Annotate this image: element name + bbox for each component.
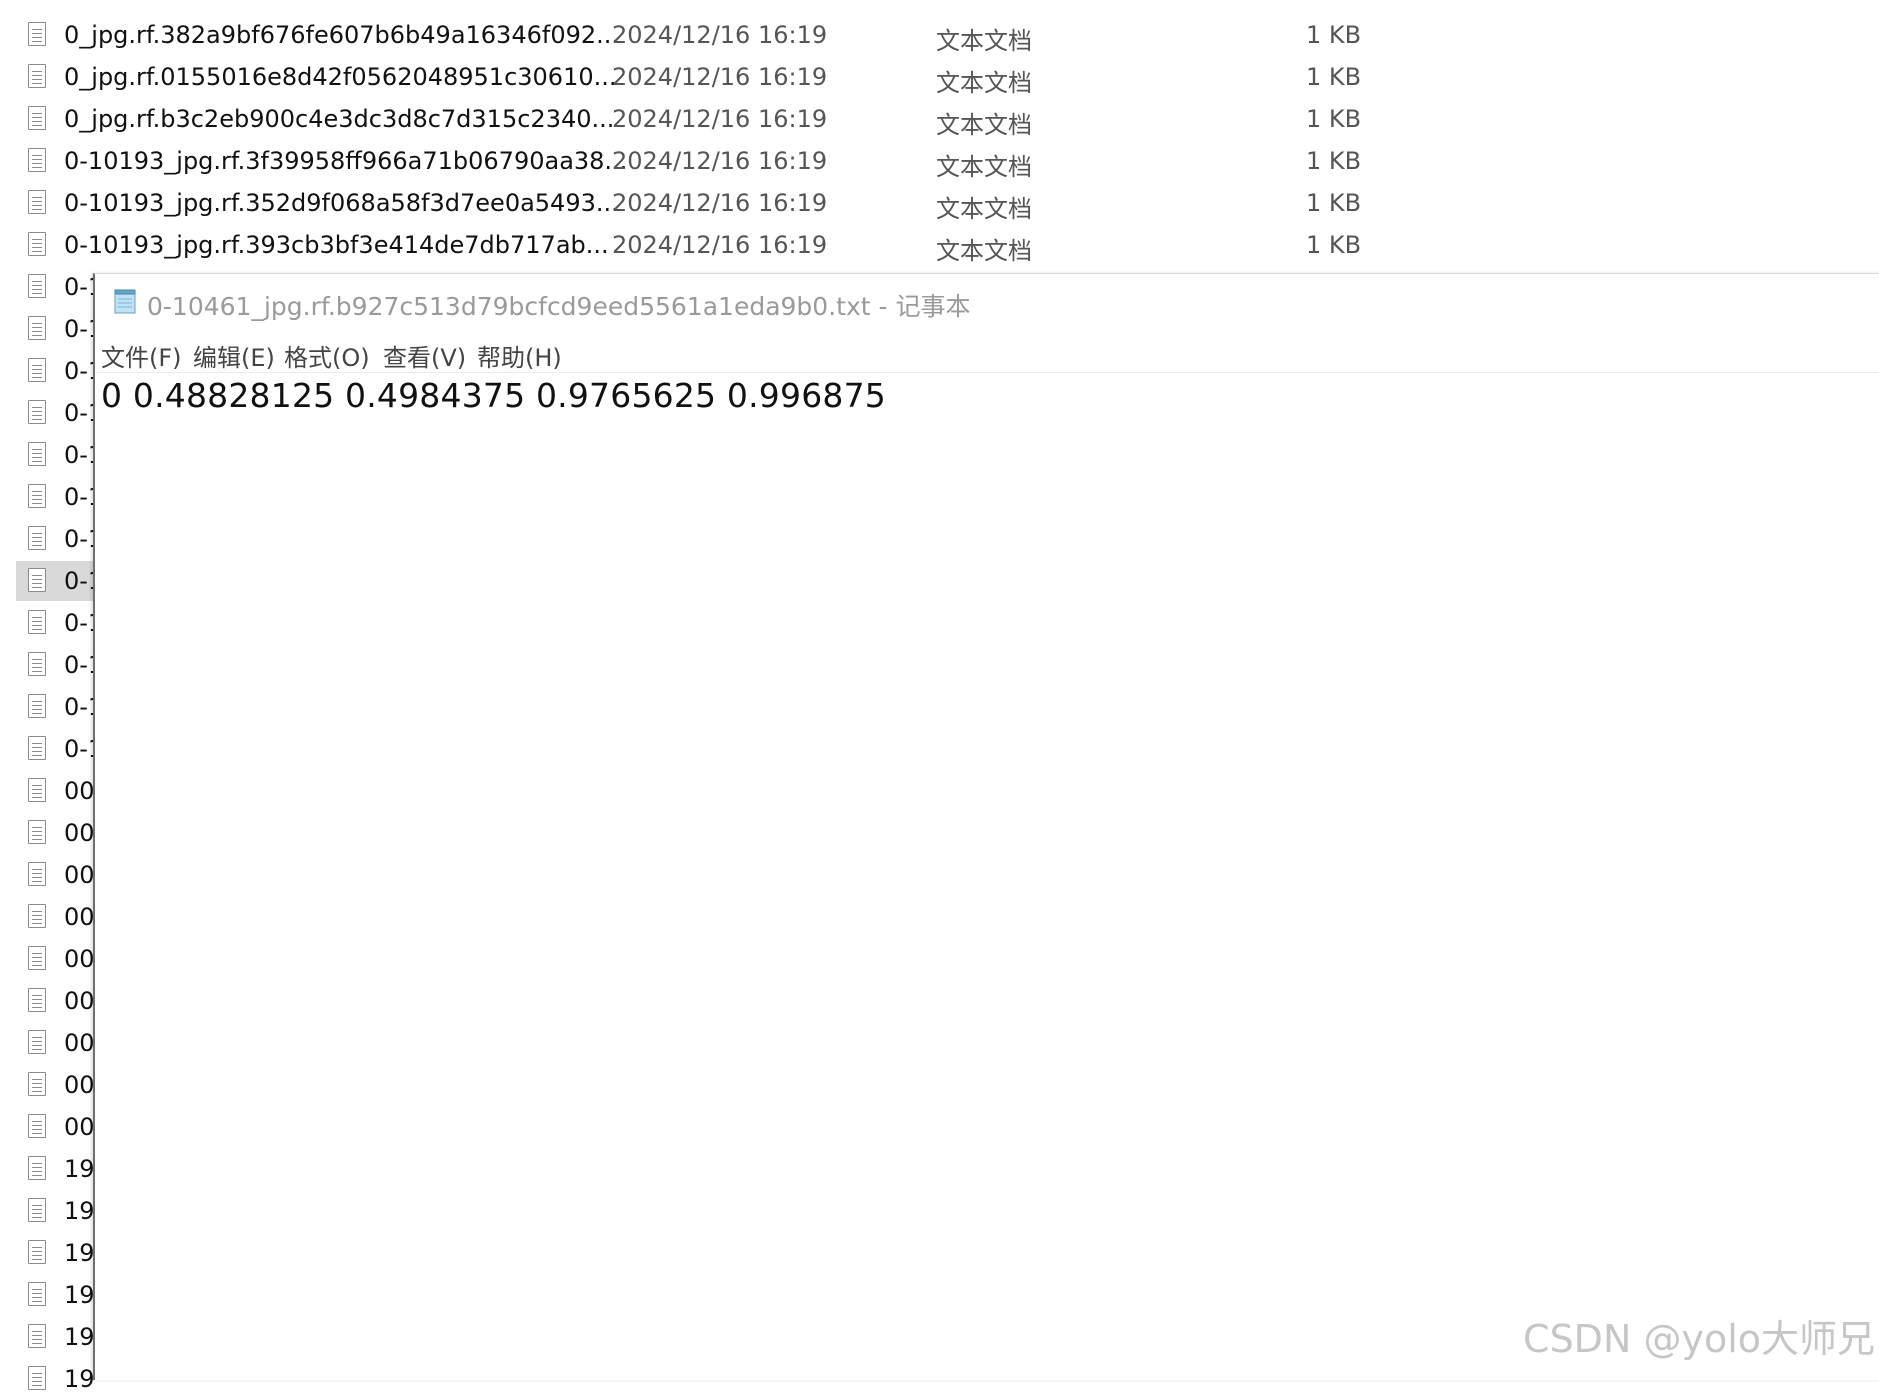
menu-help[interactable]: 帮助(H) bbox=[477, 338, 562, 373]
file-date: 2024/12/16 16:19 bbox=[612, 147, 828, 175]
text-file-icon bbox=[28, 316, 46, 340]
text-file-icon bbox=[28, 652, 46, 676]
text-file-icon bbox=[28, 1156, 46, 1180]
text-file-icon bbox=[28, 526, 46, 550]
file-name: 19 bbox=[64, 1239, 95, 1267]
file-type: 文本文档 bbox=[936, 237, 1032, 265]
file-row[interactable]: 0-10193_jpg.rf.352d9f068a58f3d7ee0a5493.… bbox=[16, 183, 1416, 223]
text-file-icon bbox=[28, 400, 46, 424]
file-size: 1 KB bbox=[1306, 21, 1362, 49]
text-file-icon bbox=[28, 484, 46, 508]
text-file-icon bbox=[28, 736, 46, 760]
text-file-icon bbox=[28, 190, 46, 214]
file-name: 19 bbox=[64, 1155, 95, 1183]
file-type: 文本文档 bbox=[936, 153, 1032, 181]
file-name: 00 bbox=[64, 777, 95, 805]
text-file-icon bbox=[28, 274, 46, 298]
text-file-icon bbox=[28, 442, 46, 466]
text-file-icon bbox=[28, 358, 46, 382]
menu-view[interactable]: 查看(V) bbox=[383, 338, 466, 373]
file-size: 1 KB bbox=[1306, 231, 1362, 259]
text-file-icon bbox=[28, 1114, 46, 1138]
text-file-icon bbox=[28, 820, 46, 844]
file-type: 文本文档 bbox=[936, 111, 1032, 139]
file-name: 00 bbox=[64, 1029, 95, 1057]
file-name: 00 bbox=[64, 987, 95, 1015]
file-name: 0_jpg.rf.b3c2eb900c4e3dc3d8c7d315c2340..… bbox=[64, 105, 615, 133]
file-date: 2024/12/16 16:19 bbox=[612, 63, 828, 91]
text-file-icon bbox=[28, 568, 46, 592]
file-name: 0-10193_jpg.rf.3f39958ff966a71b06790aa38… bbox=[64, 147, 628, 175]
file-size: 1 KB bbox=[1306, 147, 1362, 175]
file-type: 文本文档 bbox=[936, 195, 1032, 223]
file-name: 00 bbox=[64, 861, 95, 889]
file-row[interactable]: 0_jpg.rf.382a9bf676fe607b6b49a16346f092.… bbox=[16, 15, 1416, 55]
notepad-menubar: 文件(F) 编辑(E) 格式(O) 查看(V) 帮助(H) bbox=[95, 332, 1879, 373]
notepad-titlebar[interactable]: 0-10461_jpg.rf.b927c513d79bcfcd9eed5561a… bbox=[95, 274, 1879, 332]
file-name: 00 bbox=[64, 1113, 95, 1141]
file-row[interactable]: 0-10193_jpg.rf.393cb3bf3e414de7db717ab..… bbox=[16, 225, 1416, 265]
file-name: 19 bbox=[64, 1323, 95, 1351]
text-file-icon bbox=[28, 22, 46, 46]
text-file-icon bbox=[28, 904, 46, 928]
text-file-icon bbox=[28, 1030, 46, 1054]
text-file-icon bbox=[28, 1366, 46, 1390]
file-name: 00 bbox=[64, 903, 95, 931]
text-file-icon bbox=[28, 946, 46, 970]
watermark: CSDN @yolo大师兄 bbox=[1523, 1317, 1875, 1361]
file-size: 1 KB bbox=[1306, 105, 1362, 133]
text-file-icon bbox=[28, 610, 46, 634]
text-file-icon bbox=[28, 64, 46, 88]
text-file-icon bbox=[28, 988, 46, 1012]
file-date: 2024/12/16 16:19 bbox=[612, 189, 828, 217]
file-name: 19 bbox=[64, 1365, 95, 1393]
menu-edit[interactable]: 编辑(E) bbox=[193, 338, 275, 373]
menu-file[interactable]: 文件(F) bbox=[101, 338, 182, 373]
file-name: 19 bbox=[64, 1281, 95, 1309]
text-file-icon bbox=[28, 1072, 46, 1096]
file-type: 文本文档 bbox=[936, 27, 1032, 55]
notepad-window-title: 0-10461_jpg.rf.b927c513d79bcfcd9eed5561a… bbox=[147, 292, 971, 321]
file-name: 0-10193_jpg.rf.393cb3bf3e414de7db717ab..… bbox=[64, 231, 609, 259]
file-name: 00 bbox=[64, 819, 95, 847]
file-name: 0_jpg.rf.0155016e8d42f0562048951c30610..… bbox=[64, 63, 617, 91]
file-date: 2024/12/16 16:19 bbox=[612, 21, 828, 49]
file-name: 00 bbox=[64, 1071, 95, 1099]
file-size: 1 KB bbox=[1306, 189, 1362, 217]
file-row[interactable]: 0_jpg.rf.0155016e8d42f0562048951c30610..… bbox=[16, 57, 1416, 97]
notepad-text-area[interactable]: 0 0.48828125 0.4984375 0.9765625 0.99687… bbox=[101, 376, 886, 415]
file-size: 1 KB bbox=[1306, 63, 1362, 91]
text-file-icon bbox=[28, 1198, 46, 1222]
file-name: 0_jpg.rf.382a9bf676fe607b6b49a16346f092.… bbox=[64, 21, 620, 49]
text-file-icon bbox=[28, 232, 46, 256]
file-row[interactable]: 0_jpg.rf.b3c2eb900c4e3dc3d8c7d315c2340..… bbox=[16, 99, 1416, 139]
text-file-icon bbox=[28, 694, 46, 718]
file-type: 文本文档 bbox=[936, 69, 1032, 97]
file-name: 0-10193_jpg.rf.352d9f068a58f3d7ee0a5493.… bbox=[64, 189, 619, 217]
file-row[interactable]: 0-10193_jpg.rf.3f39958ff966a71b06790aa38… bbox=[16, 141, 1416, 181]
notepad-window[interactable]: 0-10461_jpg.rf.b927c513d79bcfcd9eed5561a… bbox=[93, 273, 1879, 1380]
file-name: 00 bbox=[64, 945, 95, 973]
notepad-icon bbox=[114, 289, 136, 314]
file-name: 19 bbox=[64, 1197, 95, 1225]
file-date: 2024/12/16 16:19 bbox=[612, 231, 828, 259]
text-file-icon bbox=[28, 862, 46, 886]
text-file-icon bbox=[28, 1324, 46, 1348]
file-date: 2024/12/16 16:19 bbox=[612, 105, 828, 133]
menu-format[interactable]: 格式(O) bbox=[284, 338, 370, 373]
text-file-icon bbox=[28, 148, 46, 172]
text-file-icon bbox=[28, 106, 46, 130]
text-file-icon bbox=[28, 1282, 46, 1306]
text-file-icon bbox=[28, 1240, 46, 1264]
text-file-icon bbox=[28, 778, 46, 802]
